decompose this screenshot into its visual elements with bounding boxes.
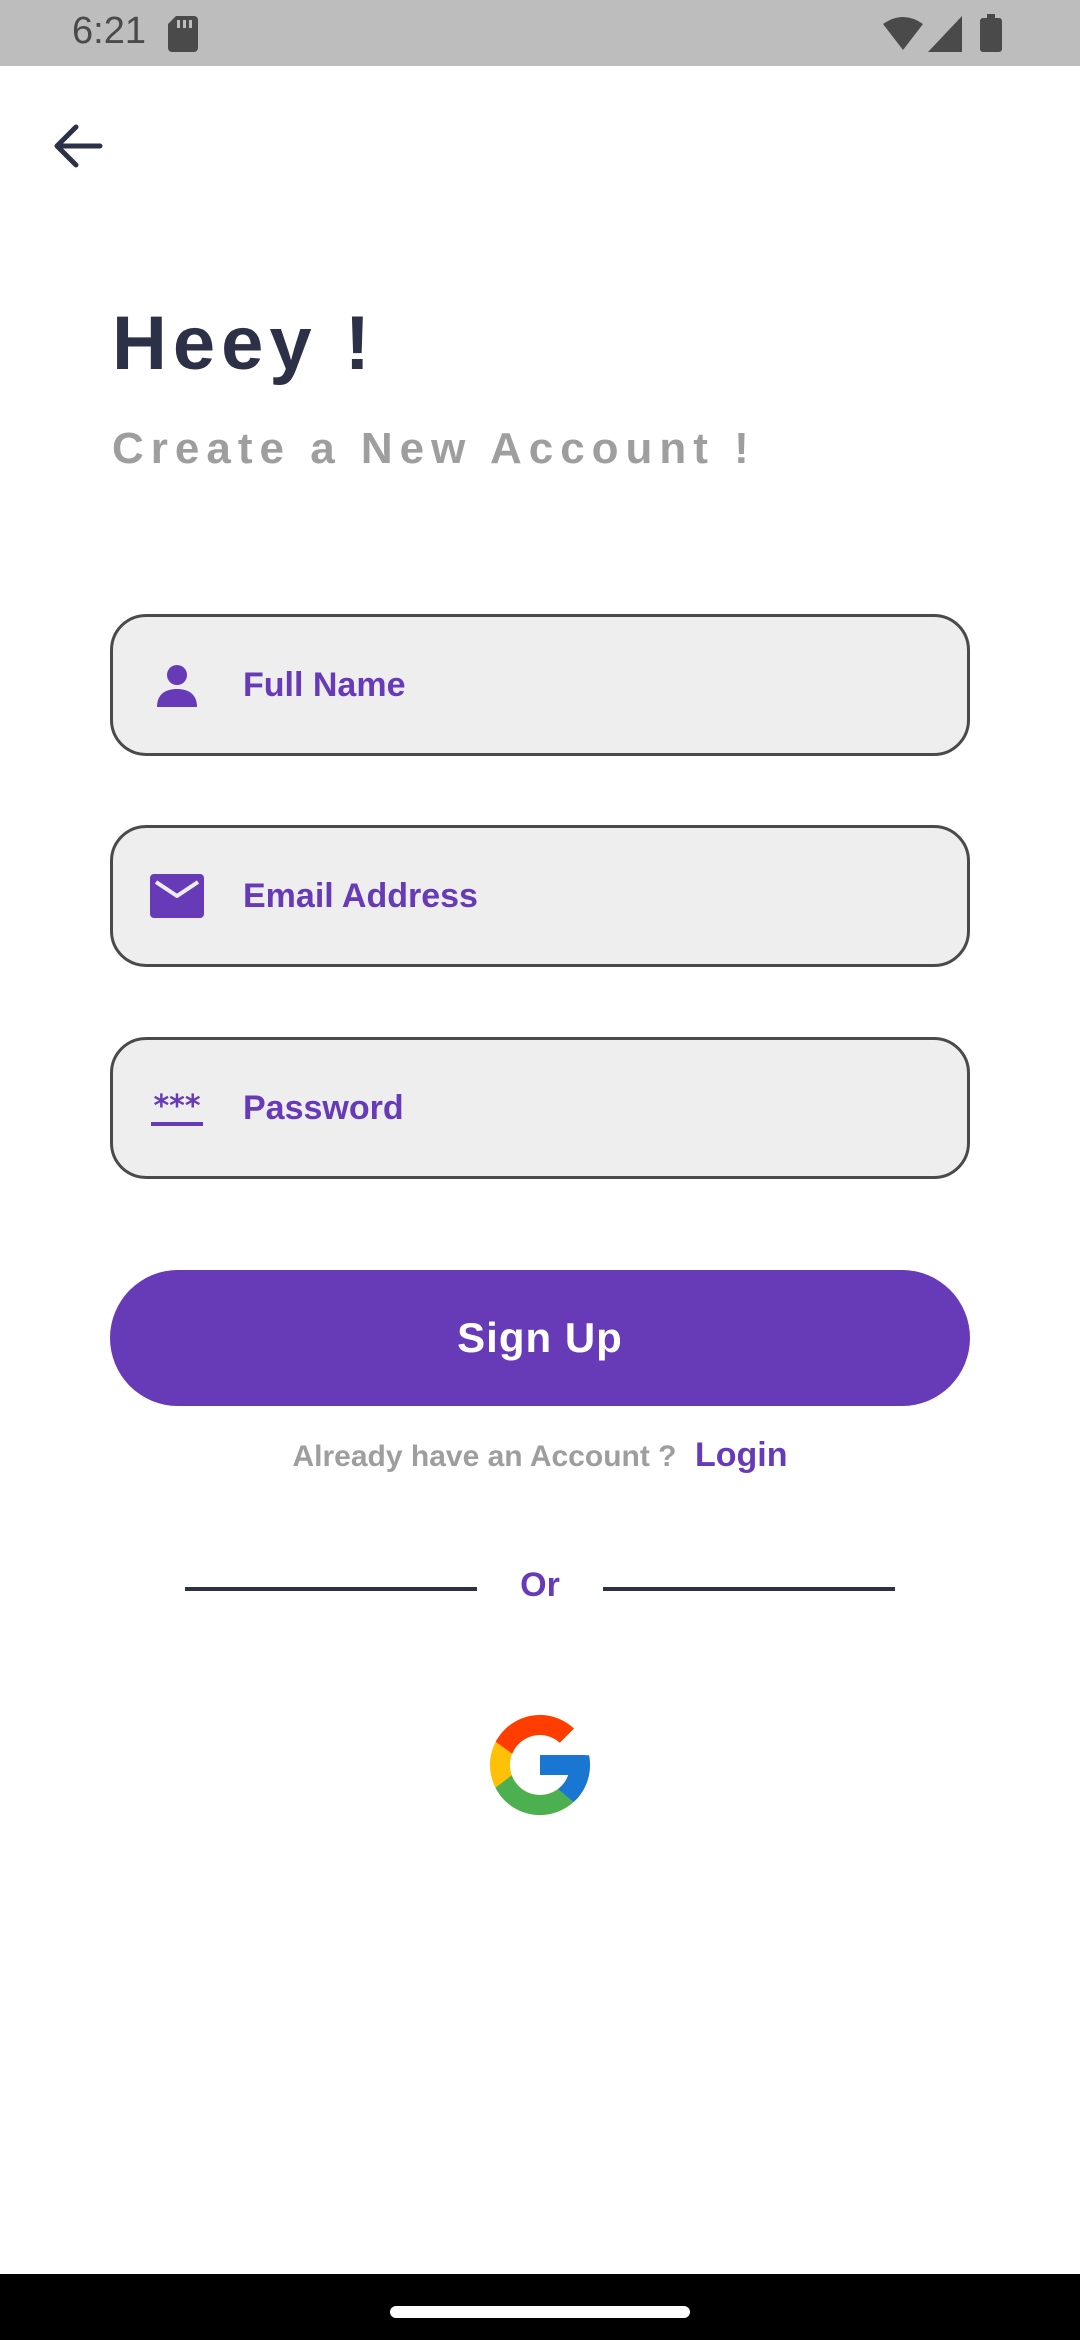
google-sign-in-button[interactable] <box>480 1705 600 1825</box>
login-link[interactable]: Login <box>695 1436 788 1474</box>
cell-signal-icon <box>928 16 962 52</box>
svg-text:***: *** <box>153 1089 200 1124</box>
arrow-left-icon <box>54 124 103 168</box>
google-logo-icon <box>490 1715 590 1815</box>
login-row: Already have an Account ? Login <box>0 1436 1080 1475</box>
divider-right <box>603 1587 895 1591</box>
sign-up-button[interactable]: Sign Up <box>110 1270 970 1406</box>
back-button[interactable] <box>40 108 116 184</box>
password-field[interactable]: *** <box>110 1037 970 1179</box>
person-icon <box>149 657 205 713</box>
email-field[interactable] <box>110 825 970 967</box>
full-name-field[interactable] <box>110 614 970 756</box>
page-title: Heey ! <box>112 301 377 386</box>
divider-left <box>185 1587 477 1591</box>
battery-icon <box>980 14 1002 52</box>
wifi-icon <box>883 17 923 50</box>
password-dots-icon: *** <box>149 1080 205 1136</box>
sd-card-icon <box>168 16 198 52</box>
page-subtitle: Create a New Account ! <box>112 424 756 473</box>
mail-icon <box>149 868 205 924</box>
email-input[interactable] <box>243 856 937 936</box>
status-time: 6:21 <box>72 10 146 52</box>
password-input[interactable] <box>243 1068 937 1148</box>
login-prompt: Already have an Account ? <box>292 1440 677 1473</box>
home-indicator[interactable] <box>390 2306 690 2318</box>
status-bar: 6:21 <box>0 0 1080 66</box>
or-label: Or <box>520 1566 560 1604</box>
full-name-input[interactable] <box>243 645 937 725</box>
